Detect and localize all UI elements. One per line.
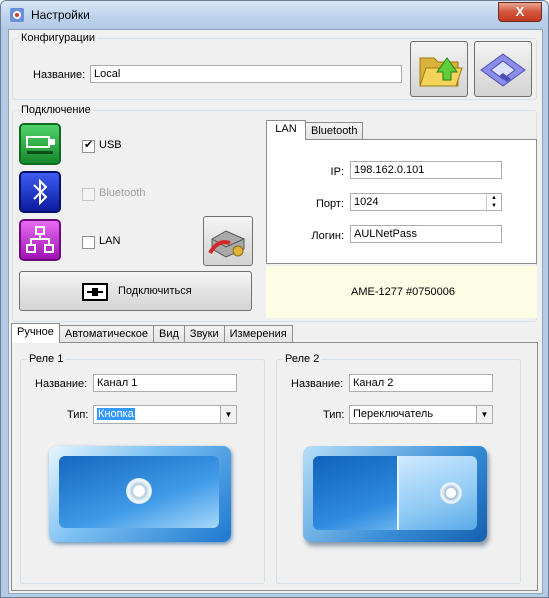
device-status-panel: AME-1277 #0750006 — [266, 266, 537, 318]
relay1-name-input[interactable]: Канал 1 — [93, 374, 237, 392]
relay2-title: Реле 2 — [283, 353, 322, 365]
chevron-down-icon[interactable]: ▼ — [476, 406, 492, 423]
relay1-button-graphic[interactable] — [49, 446, 231, 542]
relay2-type-select[interactable]: Переключатель ▼ — [349, 405, 493, 424]
relay1-type-value: Кнопка — [97, 408, 135, 420]
window-title: Настройки — [31, 8, 90, 22]
relay2-indicator — [440, 482, 462, 504]
bluetooth-icon — [33, 178, 48, 206]
tab-automatic[interactable]: Автоматическое — [58, 325, 155, 342]
tab-measurements[interactable]: Измерения — [223, 325, 293, 342]
usb-tile[interactable] — [19, 123, 61, 165]
relay2-switch-left — [313, 456, 397, 530]
bluetooth-tile[interactable] — [19, 171, 61, 213]
config-group: Конфигурации Название: Local — [12, 32, 537, 100]
usb-icon — [26, 136, 55, 154]
config-name-input[interactable]: Local — [90, 65, 402, 83]
login-label: Логин: — [311, 230, 344, 242]
ip-label: IP: — [330, 166, 344, 178]
tab-sounds[interactable]: Звуки — [183, 325, 225, 342]
connect-button-label: Подключиться — [118, 285, 192, 297]
open-folder-button[interactable] — [410, 41, 468, 97]
title-bar[interactable]: Настройки X — [1, 1, 548, 29]
relay1-group: Реле 1 Название: Канал 1 Тип: Кнопка ▼ — [20, 353, 265, 584]
close-button[interactable]: X — [498, 2, 542, 22]
relay1-name-label: Название: — [35, 378, 88, 390]
bluetooth-label: Bluetooth — [99, 187, 146, 199]
network-settings-icon — [208, 230, 245, 258]
relay1-indicator — [126, 478, 152, 504]
folder-open-icon — [419, 57, 463, 87]
tab-view[interactable]: Вид — [153, 325, 185, 342]
save-button[interactable] — [474, 41, 532, 97]
chevron-down-icon[interactable]: ▼ — [220, 406, 236, 423]
config-group-title: Конфигурации — [19, 32, 98, 44]
lan-checkbox[interactable] — [82, 236, 95, 249]
floppy-save-icon — [480, 53, 526, 87]
relay2-switch-graphic[interactable] — [303, 446, 487, 542]
relay2-type-label: Тип: — [323, 409, 345, 421]
manual-panel: Реле 1 Название: Канал 1 Тип: Кнопка ▼ Р… — [11, 342, 538, 591]
connect-button[interactable]: Подключиться — [19, 271, 252, 311]
relay2-group: Реле 2 Название: Канал 2 Тип: Переключат… — [276, 353, 521, 584]
network-icon — [26, 226, 54, 253]
port-value: 1024 — [354, 196, 379, 208]
relay2-switch-right — [399, 456, 477, 530]
connection-group-title: Подключение — [19, 104, 93, 116]
client-area: Конфигурации Название: Local Подключение… — [8, 29, 543, 594]
plug-icon — [82, 283, 108, 301]
usb-checkbox[interactable]: ✔ — [82, 139, 95, 153]
relay1-type-label: Тип: — [67, 409, 89, 421]
relay1-title: Реле 1 — [27, 353, 66, 365]
config-name-label: Название: — [33, 69, 86, 81]
port-spinner[interactable]: ▲ ▼ — [486, 194, 501, 212]
settings-window: Настройки X Конфигурации Название: Local — [0, 0, 549, 598]
login-input[interactable]: AULNetPass — [350, 225, 502, 243]
relay1-type-select[interactable]: Кнопка ▼ — [93, 405, 237, 424]
device-status-text: AME-1277 #0750006 — [351, 286, 455, 298]
bluetooth-checkbox[interactable] — [82, 188, 95, 201]
relay2-type-value: Переключатель — [353, 408, 434, 420]
lan-tile[interactable] — [19, 219, 61, 261]
ip-input[interactable]: 198.162.0.101 — [350, 161, 502, 179]
network-settings-button[interactable] — [203, 216, 253, 266]
lan-label: LAN — [99, 235, 121, 247]
tab-manual[interactable]: Ручное — [11, 323, 60, 343]
tab-lan[interactable]: LAN — [266, 120, 306, 140]
app-icon — [10, 8, 24, 22]
port-input[interactable]: 1024 ▲ ▼ — [350, 193, 502, 212]
port-label: Порт: — [316, 198, 344, 210]
usb-label: USB — [99, 139, 122, 151]
relay2-name-label: Название: — [291, 378, 344, 390]
lan-panel: IP: 198.162.0.101 Порт: 1024 ▲ ▼ Логин: A… — [266, 139, 537, 264]
relay2-name-input[interactable]: Канал 2 — [349, 374, 493, 392]
tab-bluetooth[interactable]: Bluetooth — [305, 122, 364, 139]
